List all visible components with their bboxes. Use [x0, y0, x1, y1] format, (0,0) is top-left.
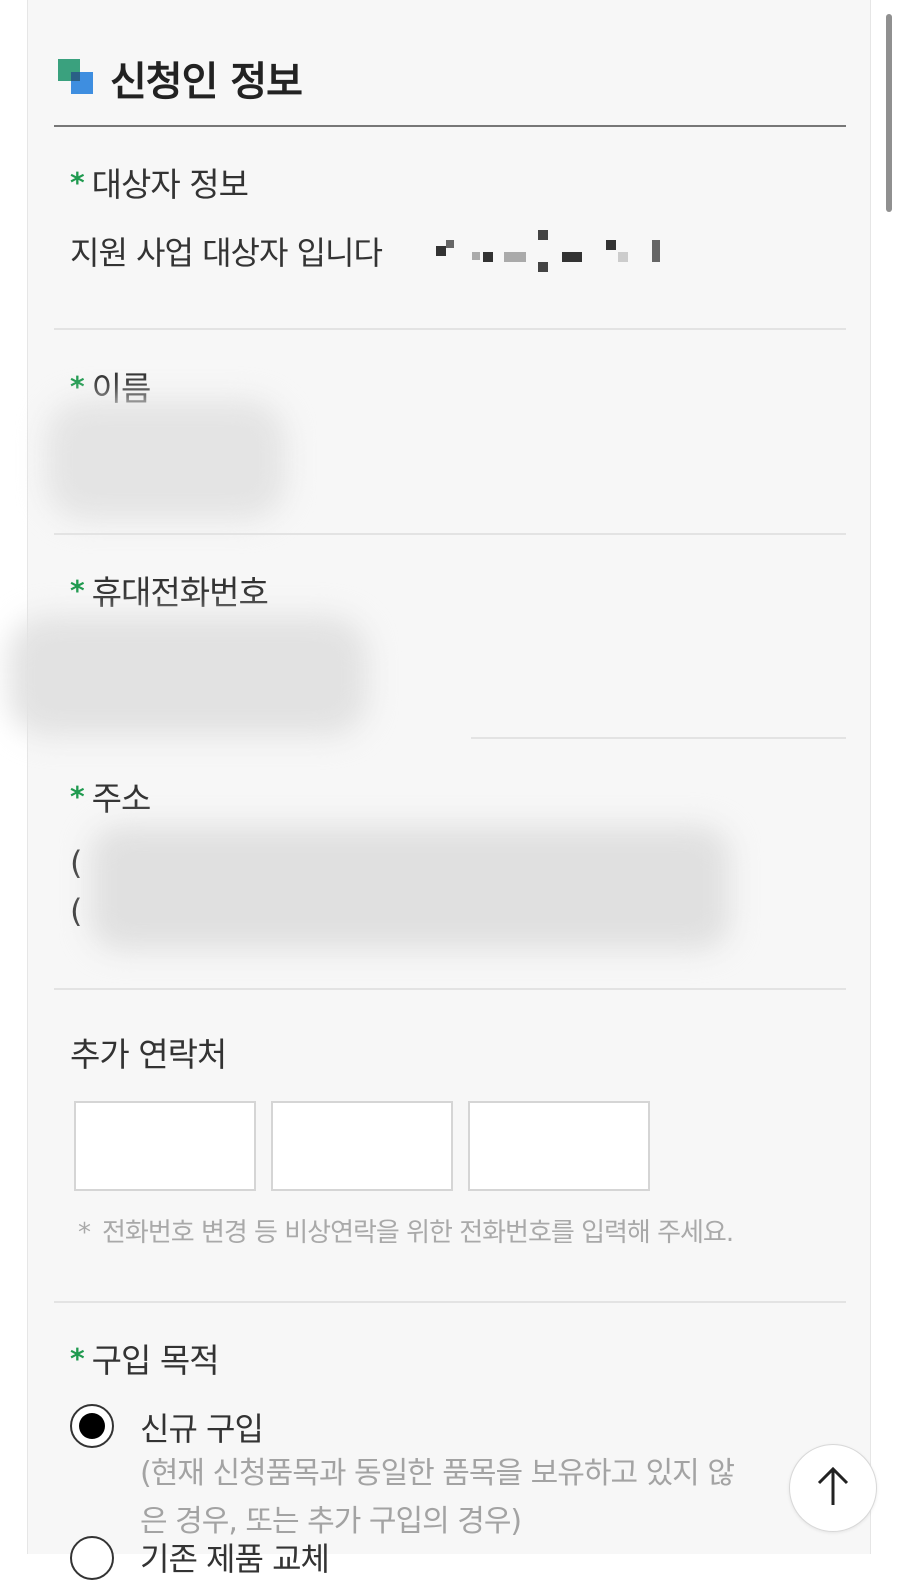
- target-info-value: 지원 사업 대상자 입니다: [70, 234, 383, 272]
- vertical-scrollbar[interactable]: [886, 14, 892, 212]
- section-bullet-icon: [58, 59, 96, 97]
- applicant-info-card: 신청인 정보 * 대상자 정보 지원 사업 대상자 입니다 * 이름 * 휴대전화번호…: [8, 0, 871, 1580]
- section-header: 신청인 정보: [58, 48, 303, 108]
- required-mark: *: [70, 166, 85, 199]
- mobile-label: * 휴대전화번호: [70, 573, 269, 612]
- section-title: 신청인 정보: [110, 59, 303, 105]
- address-line1-prefix: (: [70, 844, 83, 882]
- required-mark: *: [70, 574, 85, 607]
- purpose-label: * 구입 목적: [70, 1341, 220, 1380]
- extra-contact-input-2[interactable]: [271, 1101, 453, 1191]
- purpose-option-replace-radio[interactable]: [70, 1536, 114, 1580]
- address-line2-prefix: (: [70, 892, 83, 930]
- extra-contact-input-3[interactable]: [468, 1101, 650, 1191]
- blurred-address-value: [90, 826, 730, 950]
- extra-contact-hint: * 전화번호 변경 등 비상연락을 위한 전화번호를 입력해 주세요.: [78, 1218, 734, 1248]
- purpose-option-replace-label[interactable]: 기존 제품 교체: [140, 1534, 330, 1580]
- divider: [471, 737, 846, 739]
- address-label: * 주소: [70, 779, 151, 818]
- extra-contact-label: 추가 연락처: [70, 1035, 227, 1074]
- divider: [54, 328, 846, 330]
- arrow-up-icon: [817, 1466, 849, 1505]
- purpose-option-new-radio[interactable]: [70, 1404, 114, 1448]
- divider: [54, 988, 846, 990]
- section-title-rule: [54, 125, 846, 127]
- divider: [54, 533, 846, 535]
- target-info-label: * 대상자 정보: [70, 165, 249, 204]
- required-mark: *: [70, 370, 85, 403]
- divider: [54, 1301, 846, 1303]
- purpose-option-new-label[interactable]: 신규 구입: [140, 1404, 264, 1450]
- purpose-option-new-description: (현재 신청품목과 동일한 품목을 보유하고 있지 않은 경우, 또는 추가 구…: [140, 1456, 735, 1539]
- blurred-name-value: [46, 400, 286, 520]
- scroll-top-button[interactable]: [789, 1444, 877, 1532]
- blurred-mobile-value: [8, 616, 368, 736]
- extra-contact-input-1[interactable]: [74, 1101, 256, 1191]
- required-mark: *: [70, 780, 85, 813]
- radio-selected-dot: [79, 1413, 105, 1439]
- required-mark: *: [70, 1342, 85, 1375]
